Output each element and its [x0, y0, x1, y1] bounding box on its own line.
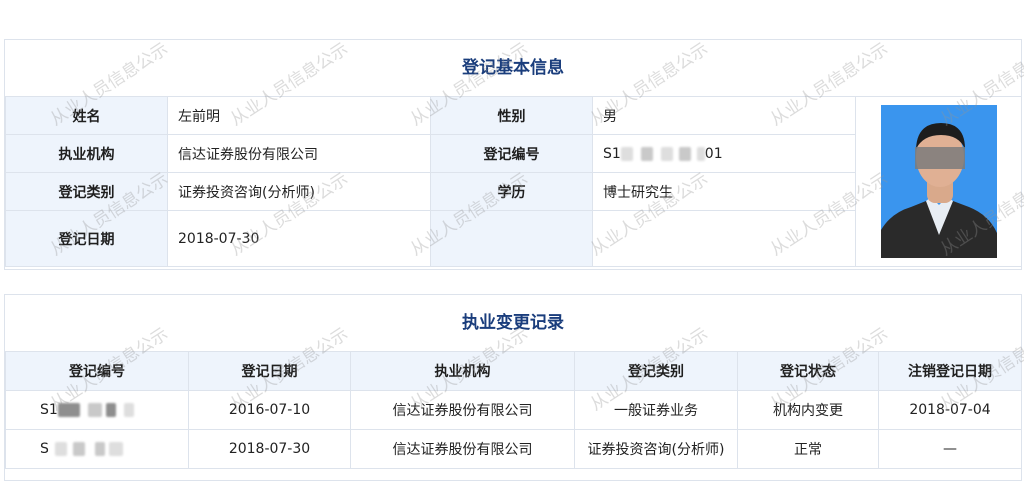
redaction-block	[94, 442, 105, 456]
table-row: S 2018-07-30 信达证券股份有限公司 证券投资咨询(分析师) 正常 —	[5, 429, 1022, 469]
org-label: 执业机构	[5, 134, 168, 173]
education-value: 博士研究生	[592, 172, 856, 211]
gender-value: 男	[592, 96, 856, 135]
category-label: 登记类别	[5, 172, 168, 211]
row-category: 证券投资咨询(分析师)	[574, 429, 738, 469]
person-photo-icon	[880, 105, 997, 258]
regno-label: 登记编号	[430, 134, 593, 173]
row-cancel-date: 2018-07-04	[878, 390, 1022, 430]
redaction-block	[620, 146, 633, 161]
redaction-block	[105, 403, 116, 417]
basic-info-title: 登记基本信息	[462, 58, 564, 78]
gender-label: 性别	[430, 96, 593, 135]
row-regno: S	[5, 429, 189, 469]
org-value: 信达证券股份有限公司	[167, 134, 431, 173]
col-header-cancel-date: 注销登记日期	[878, 351, 1022, 391]
history-header-row: 登记编号 登记日期 执业机构 登记类别 登记状态 注销登记日期	[5, 351, 1022, 391]
history-panel: 执业变更记录 登记编号 登记日期 执业机构 登记类别 登记状态 注销登记日期 S…	[4, 294, 1022, 481]
col-header-date: 登记日期	[188, 351, 351, 391]
redaction-block	[87, 403, 102, 417]
empty-label-cell	[430, 210, 593, 267]
name-value: 左前明	[167, 96, 431, 135]
row-cancel-date: —	[878, 429, 1022, 469]
empty-value-cell	[592, 210, 856, 267]
redaction-block	[696, 146, 705, 161]
redaction-block	[108, 442, 123, 456]
redaction-block	[123, 403, 134, 417]
avatar	[880, 105, 997, 258]
regno-prefix: S1	[603, 145, 621, 162]
redaction-block	[640, 146, 653, 161]
row-date: 2016-07-10	[188, 390, 351, 430]
col-header-org: 执业机构	[350, 351, 575, 391]
reg-date-label: 登记日期	[5, 210, 168, 267]
row-status: 机构内变更	[737, 390, 879, 430]
category-value: 证券投资咨询(分析师)	[167, 172, 431, 211]
name-label: 姓名	[5, 96, 168, 135]
row-status: 正常	[737, 429, 879, 469]
col-header-regno: 登记编号	[5, 351, 189, 391]
history-title: 执业变更记录	[462, 313, 564, 333]
row-regno: S1	[5, 390, 189, 430]
redaction-block	[54, 442, 67, 456]
history-table: 登记编号 登记日期 执业机构 登记类别 登记状态 注销登记日期 S1 2016-…	[5, 351, 1022, 469]
table-row: S1 2016-07-10 信达证券股份有限公司 一般证券业务 机构内变更 20…	[5, 390, 1022, 430]
regno-suffix: 01	[704, 145, 723, 162]
row-regno-prefix: S1	[40, 402, 58, 418]
col-header-status: 登记状态	[737, 351, 879, 391]
basic-info-table: 姓名 左前明 性别 男 执业机构 信达证券股份有限公司 登记编号 S1 01 登…	[5, 96, 1022, 267]
row-category: 一般证券业务	[574, 390, 738, 430]
redaction-block	[678, 146, 691, 161]
redaction-block	[660, 146, 673, 161]
education-label: 学历	[430, 172, 593, 211]
row-org: 信达证券股份有限公司	[350, 429, 575, 469]
row-org: 信达证券股份有限公司	[350, 390, 575, 430]
reg-date-value: 2018-07-30	[167, 210, 431, 267]
row-date: 2018-07-30	[188, 429, 351, 469]
photo-cell	[855, 96, 1022, 267]
regno-value: S1 01	[592, 134, 856, 173]
basic-info-panel: 登记基本信息 姓名 左前明 性别 男 执业机构 信达证券股份有限公司 登记编号 …	[4, 39, 1022, 270]
redaction-block	[72, 442, 85, 456]
row-regno-prefix: S	[40, 441, 49, 457]
redaction-block	[57, 403, 80, 417]
col-header-category: 登记类别	[574, 351, 738, 391]
